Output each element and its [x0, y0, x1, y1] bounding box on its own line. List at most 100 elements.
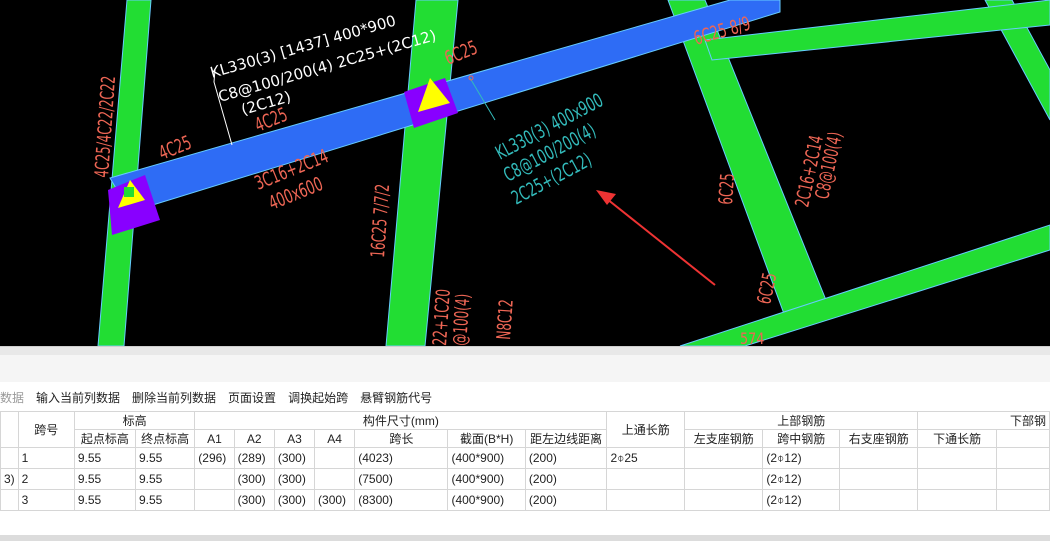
cell-span[interactable]: 1 [17, 447, 75, 469]
grid-toolbar: 数据 输入当前列数据 删除当前列数据 页面设置 调换起始跨 悬臂钢筋代号 [0, 384, 1050, 410]
header-extra [995, 429, 1050, 448]
text-6c25-bottom: 6C25 [752, 271, 781, 306]
beam-data-grid[interactable]: 跨号 标高 构件尺寸(mm) 上通长筋 上部钢筋 下部钢 起点标高 终点标高 A… [0, 411, 1050, 535]
cell-sec[interactable]: (400*900) [447, 447, 526, 469]
cell-start[interactable]: 9.55 [73, 468, 136, 490]
cell-a3[interactable]: (300) [273, 468, 316, 490]
text-100-4: @100(4) [448, 293, 474, 346]
header-a1: A1 [194, 429, 235, 448]
cell-right[interactable] [839, 447, 919, 469]
text-n8c12: N8C12 [492, 299, 518, 341]
toolbar-item-input-column[interactable]: 输入当前列数据 [36, 389, 120, 406]
cell-left[interactable] [684, 468, 764, 490]
text-16c25: 16C25 7/7/2 [366, 183, 394, 258]
header-left-support-rebar: 左支座钢筋 [684, 429, 764, 448]
cell-a4[interactable] [314, 468, 356, 490]
table-row[interactable]: 3 9.55 9.55 (300) (300) (300) (8300) (400*900)(… [0, 489, 1050, 511]
toolbar-item-page-setup[interactable]: 页面设置 [228, 389, 276, 406]
cell-start[interactable]: 9.55 [73, 489, 136, 511]
support-point-left [124, 187, 134, 197]
cell-mid[interactable]: (2⌽12) [762, 468, 841, 490]
header-midspan-rebar: 跨中钢筋 [762, 429, 841, 448]
original-beam-label: KL330(3) 400x900 C8@100/200(4) 2C25+(2C1… [492, 89, 607, 209]
cell-a2[interactable]: (300) [233, 489, 275, 511]
cell-right[interactable] [839, 468, 919, 490]
toolbar-item-data[interactable]: 数据 [0, 389, 24, 406]
cell-extra[interactable] [995, 468, 1050, 490]
cell-len[interactable]: (8300) [354, 489, 449, 511]
cell-top[interactable]: 2⌽25 [606, 447, 686, 469]
cell-a1[interactable]: (296) [194, 447, 235, 469]
cell-extra[interactable] [995, 447, 1050, 469]
horizontal-scrollbar[interactable] [0, 535, 1050, 541]
cell-a1[interactable] [194, 489, 235, 511]
cell-dist[interactable]: (200) [524, 447, 608, 469]
header-a3: A3 [273, 429, 316, 448]
header-end-elevation: 终点标高 [134, 429, 196, 448]
header-dimensions: 构件尺寸(mm) [194, 411, 608, 430]
toolbar-item-swap-start-span[interactable]: 调换起始跨 [288, 389, 348, 406]
cell-start[interactable]: 9.55 [73, 447, 136, 469]
cell-prefix [0, 447, 19, 469]
cell-prefix: 3) [0, 468, 19, 490]
header-bottom-through: 下通长筋 [917, 429, 997, 448]
beam-lower-right[interactable] [679, 224, 1050, 346]
header-start-elevation: 起点标高 [73, 429, 136, 448]
table-row[interactable]: 3) 2 9.55 9.55 (300) (300) (7500) (400*900) (200… [0, 468, 1050, 490]
pane-splitter[interactable] [0, 346, 1050, 355]
cell-a2[interactable]: (300) [233, 468, 275, 490]
cell-left[interactable] [684, 447, 764, 469]
table-row[interactable]: 1 9.55 9.55 (296) (289) (300) (4023) (400*900)(… [0, 447, 1050, 469]
selected-label-leader [213, 69, 233, 146]
text-574: 574 [740, 331, 764, 346]
cell-dist[interactable]: (200) [524, 489, 608, 511]
cell-extra[interactable] [995, 489, 1050, 511]
cell-left[interactable] [684, 489, 764, 511]
cell-top[interactable] [606, 489, 686, 511]
header-top-through: 上通长筋 [606, 411, 686, 448]
cell-bot[interactable] [917, 447, 997, 469]
cell-dist[interactable]: (200) [524, 468, 608, 490]
cell-a3[interactable]: (300) [273, 447, 316, 469]
cell-prefix [0, 489, 19, 511]
cell-a4[interactable] [314, 447, 356, 469]
header-a4: A4 [314, 429, 356, 448]
cell-a2[interactable]: (289) [233, 447, 275, 469]
cell-mid[interactable]: (2⌽12) [762, 447, 841, 469]
text-6c25-right: 6C25 [714, 173, 739, 206]
header-span-length: 跨长 [354, 429, 449, 448]
cell-a4[interactable]: (300) [314, 489, 356, 511]
grid-header-band [0, 355, 1050, 382]
cad-drawing-canvas[interactable]: KL330(3) [1437] 400*900 C8@100/200(4) 2C… [0, 0, 1050, 346]
cell-span[interactable]: 3 [17, 489, 75, 511]
toolbar-item-delete-column[interactable]: 删除当前列数据 [132, 389, 216, 406]
cell-top[interactable] [606, 468, 686, 490]
cell-sec[interactable]: (400*900) [447, 468, 526, 490]
beam-span-table: 跨号 标高 构件尺寸(mm) 上通长筋 上部钢筋 下部钢 起点标高 终点标高 A… [0, 411, 1050, 511]
annotation-arrow [601, 194, 716, 286]
cell-span[interactable]: 2 [17, 468, 75, 490]
header-elevation: 标高 [73, 411, 196, 430]
header-right-support-rebar: 右支座钢筋 [839, 429, 919, 448]
cell-len[interactable]: (4023) [354, 447, 449, 469]
header-a2: A2 [233, 429, 275, 448]
header-top-rebar: 上部钢筋 [684, 411, 919, 430]
cell-a1[interactable] [194, 468, 235, 490]
cell-end[interactable]: 9.55 [134, 468, 196, 490]
header-section: 截面(B*H) [447, 429, 526, 448]
cell-len[interactable]: (7500) [354, 468, 449, 490]
cell-end[interactable]: 9.55 [134, 447, 196, 469]
row-indicator-header [0, 411, 19, 448]
cell-a3[interactable]: (300) [273, 489, 316, 511]
header-bottom-rebar: 下部钢 [917, 411, 1050, 430]
cell-sec[interactable]: (400*900) [447, 489, 526, 511]
header-span: 跨号 [17, 411, 75, 448]
cell-bot[interactable] [917, 489, 997, 511]
cad-drawing[interactable]: KL330(3) [1437] 400*900 C8@100/200(4) 2C… [0, 0, 1050, 346]
header-left-edge-distance: 距左边线距离 [524, 429, 608, 448]
toolbar-item-cantilever-code[interactable]: 悬臂钢筋代号 [360, 389, 432, 406]
cell-end[interactable]: 9.55 [134, 489, 196, 511]
cell-right[interactable] [839, 489, 919, 511]
cell-mid[interactable]: (2⌽12) [762, 489, 841, 511]
cell-bot[interactable] [917, 468, 997, 490]
